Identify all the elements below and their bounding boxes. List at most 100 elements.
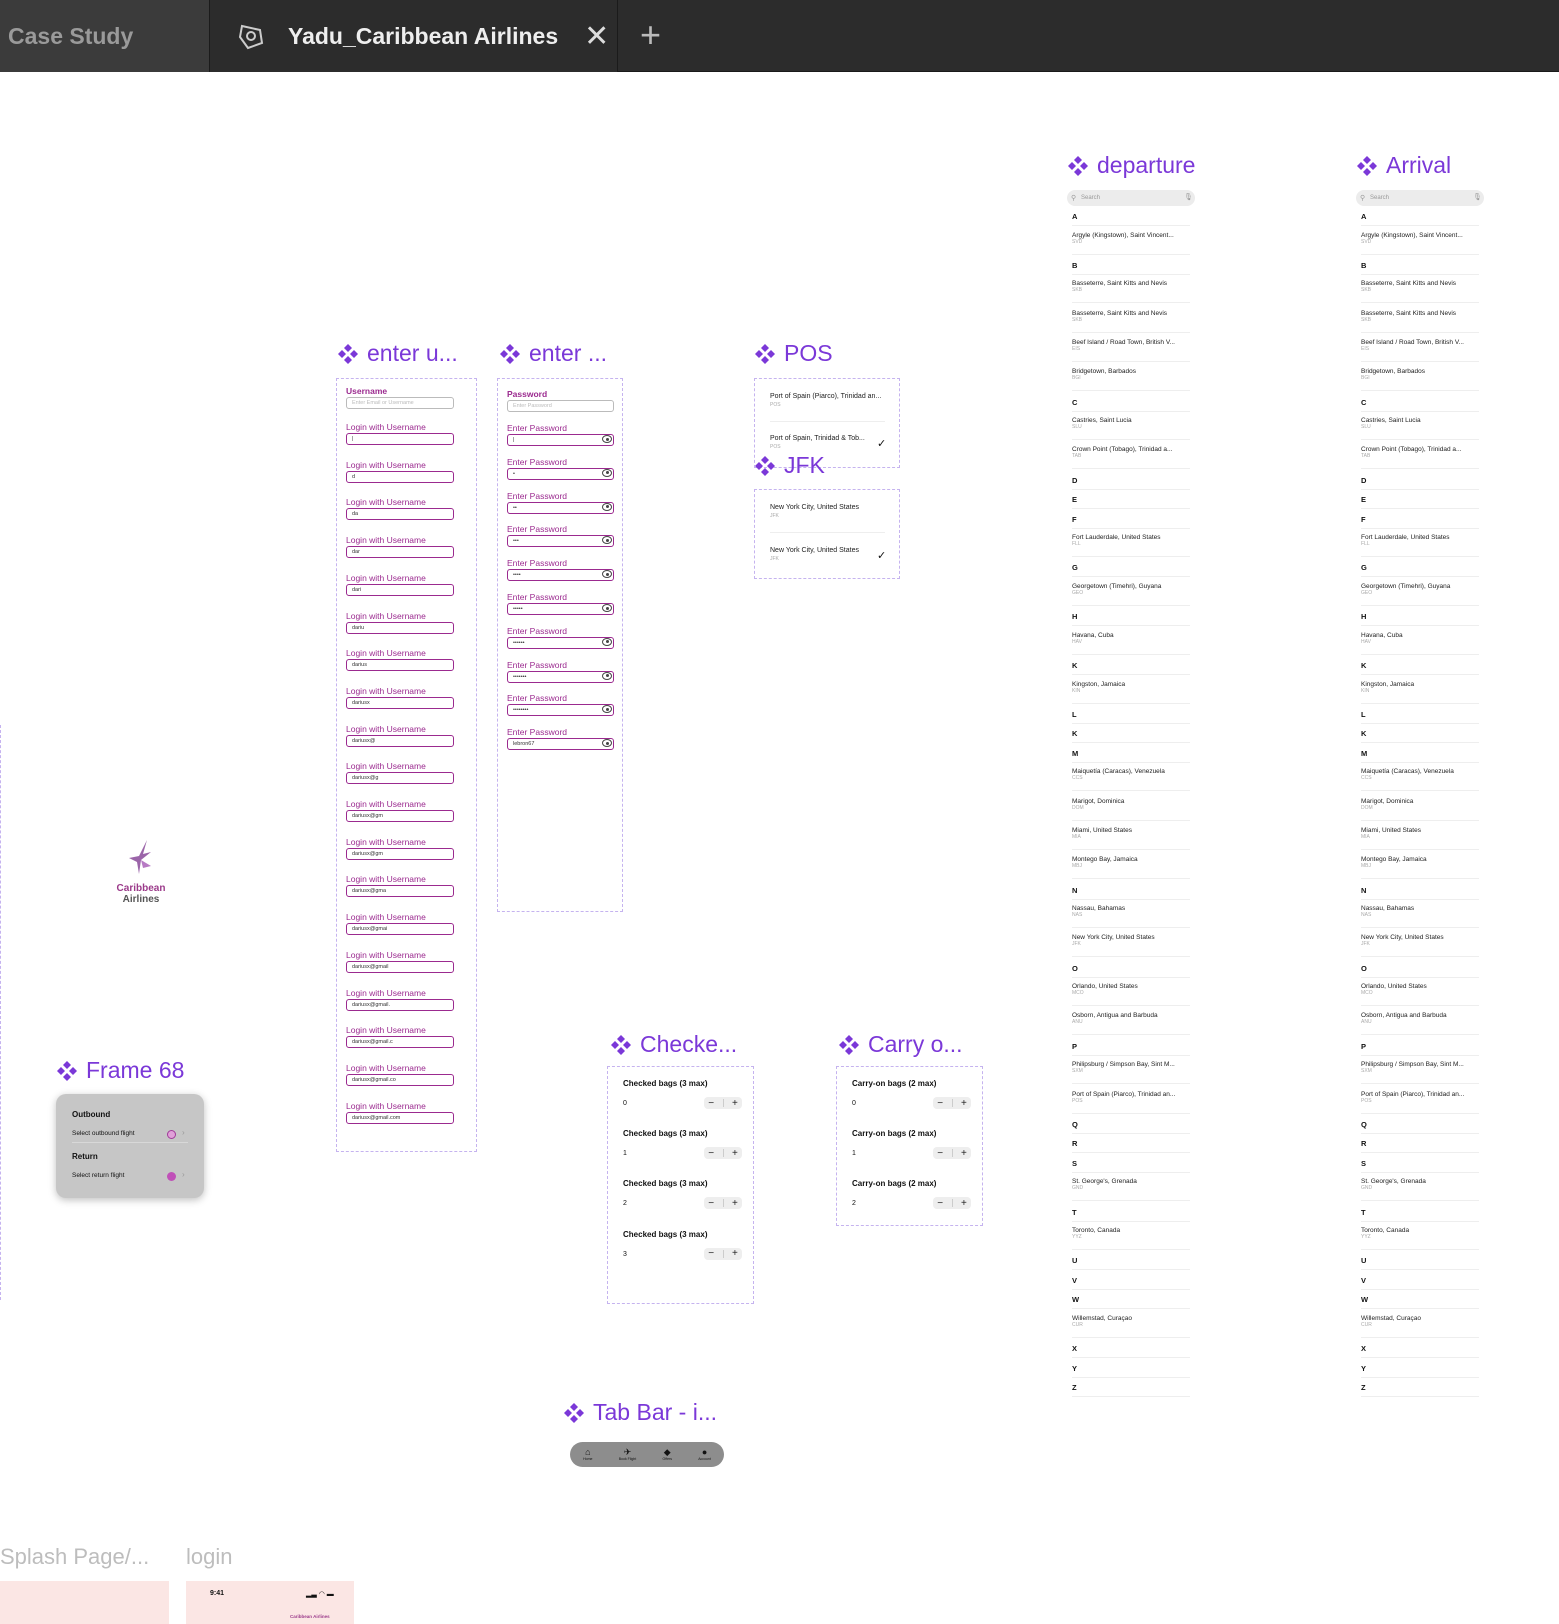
airport-row[interactable]: Orlando, United States MCO [1072, 983, 1197, 996]
minus-button[interactable]: − [708, 1148, 714, 1159]
username-input[interactable]: d [346, 470, 454, 483]
jfk-option-2[interactable]: New York City, United States JFK [770, 547, 859, 562]
tab-offers[interactable]: ◆ Offers [662, 1448, 671, 1462]
quantity-stepper[interactable]: − + [704, 1247, 742, 1260]
airport-row[interactable]: Bridgetown, Barbados BGI [1361, 368, 1486, 381]
airport-row[interactable]: Castries, Saint Lucia SLU [1072, 417, 1197, 430]
component-title-pos[interactable]: POS [754, 340, 833, 367]
airport-row[interactable]: Basseterre, Saint Kitts and Nevis SKB [1072, 280, 1197, 293]
plus-button[interactable]: + [961, 1098, 967, 1109]
arrival-search-input[interactable]: Search [1356, 190, 1484, 206]
component-title-frame-68[interactable]: Frame 68 [56, 1057, 184, 1084]
airport-row[interactable]: Crown Point (Tobago), Trinidad a... TAB [1361, 446, 1486, 459]
calendar-icon[interactable] [167, 1130, 176, 1139]
username-input[interactable]: dariusx@ [346, 734, 454, 747]
username-input[interactable]: dariusx@gm [346, 810, 454, 822]
component-title-jfk[interactable]: JFK [754, 452, 825, 479]
minus-button[interactable]: − [708, 1248, 714, 1259]
eye-icon[interactable] [602, 604, 612, 612]
new-tab-button[interactable]: + [640, 14, 661, 56]
airport-row[interactable]: Philipsburg / Simpson Bay, Sint M... SXM [1361, 1061, 1486, 1074]
eye-icon[interactable] [602, 435, 612, 443]
minus-button[interactable]: − [937, 1098, 943, 1109]
airport-row[interactable]: Port of Spain (Piarco), Trinidad an... PO… [1072, 1091, 1197, 1104]
calendar-icon[interactable] [167, 1172, 176, 1181]
airport-row[interactable]: Montego Bay, Jamaica MBJ [1072, 856, 1197, 869]
username-input[interactable]: dariusx@gmail [346, 960, 454, 973]
tab-active-file[interactable]: Yadu_Caribbean Airlines ✕ [210, 0, 618, 72]
eye-icon[interactable] [602, 468, 612, 477]
airport-row[interactable]: Argyle (Kingstown), Saint Vincent... SVD [1072, 232, 1197, 245]
airport-row[interactable]: New York City, United States JFK [1072, 934, 1197, 947]
airport-row[interactable]: Osborn, Antigua and Barbuda ANU [1361, 1012, 1486, 1025]
frame-title-splash[interactable]: Splash Page/... [0, 1544, 149, 1570]
plus-button[interactable]: + [961, 1148, 967, 1159]
airport-row[interactable]: Havana, Cuba HAV [1361, 632, 1486, 645]
password-input[interactable]: •• [507, 501, 614, 514]
airport-row[interactable]: Basseterre, Saint Kitts and Nevis SKB [1361, 280, 1486, 293]
username-input[interactable]: | [346, 433, 454, 445]
password-input[interactable]: ••• [507, 535, 614, 548]
plus-button[interactable]: + [961, 1198, 967, 1209]
username-input[interactable]: dariusx@g [346, 772, 454, 785]
username-input[interactable]: dariusx@gmai [346, 923, 454, 936]
username-input[interactable]: dariu [346, 621, 454, 634]
jfk-option-1[interactable]: New York City, United States JFK [770, 504, 859, 519]
plus-button[interactable]: + [732, 1198, 738, 1209]
airport-row[interactable]: Basseterre, Saint Kitts and Nevis SKB [1361, 310, 1486, 323]
component-title-tab-bar[interactable]: Tab Bar - i... [563, 1399, 717, 1426]
airport-row[interactable]: Fort Lauderdale, United States FLL [1072, 534, 1197, 547]
password-input[interactable]: lebron67 [507, 738, 614, 751]
airport-row[interactable]: Crown Point (Tobago), Trinidad a... TAB [1072, 446, 1197, 459]
airport-row[interactable]: Port of Spain (Piarco), Trinidad an... PO… [1361, 1091, 1486, 1104]
password-input[interactable]: ••••••• [507, 670, 614, 683]
component-title-carry-on[interactable]: Carry o... [838, 1031, 963, 1058]
enter-username-frame[interactable]: Username Enter Email or Username Login w… [336, 378, 477, 1152]
airport-row[interactable]: Beef Island / Road Town, British V... EIS [1361, 339, 1486, 352]
component-title-departure[interactable]: departure [1067, 152, 1195, 179]
tab-book-flight[interactable]: ✈ Book Flight [619, 1448, 637, 1462]
password-input[interactable]: Enter Password [507, 400, 614, 412]
username-input[interactable]: darius [346, 659, 454, 672]
quantity-stepper[interactable]: − + [704, 1097, 742, 1109]
airport-row[interactable]: Miami, United States MIA [1072, 827, 1197, 840]
username-input[interactable]: da [346, 508, 454, 521]
airport-row[interactable]: Beef Island / Road Town, British V... EIS [1072, 339, 1197, 352]
airport-row[interactable]: Bridgetown, Barbados BGI [1072, 368, 1197, 381]
password-input[interactable]: •••••••• [507, 704, 614, 717]
airport-row[interactable]: Toronto, Canada YYZ [1072, 1227, 1197, 1240]
username-input[interactable]: dariusx [346, 696, 454, 709]
airport-row[interactable]: Orlando, United States MCO [1361, 983, 1486, 996]
username-input[interactable]: dariusx@gmail.co [346, 1073, 454, 1086]
eye-icon[interactable] [602, 671, 612, 680]
airport-row[interactable]: Montego Bay, Jamaica MBJ [1361, 856, 1486, 869]
frame-title-login[interactable]: login [186, 1544, 232, 1570]
airport-row[interactable]: Maiquetía (Caracas), Venezuela CCS [1361, 768, 1486, 781]
username-input[interactable]: dariusx@gmail. [346, 998, 454, 1011]
airport-row[interactable]: Maiquetía (Caracas), Venezuela CCS [1072, 768, 1197, 781]
password-input[interactable]: ••••• [507, 603, 614, 615]
airport-row[interactable]: St. George's, Grenada GND [1072, 1178, 1197, 1191]
plus-button[interactable]: + [732, 1148, 738, 1159]
close-icon[interactable]: ✕ [584, 19, 609, 54]
username-input[interactable]: dariusx@gm [346, 847, 454, 860]
quantity-stepper[interactable]: − + [933, 1097, 971, 1109]
airport-row[interactable]: Willemstad, Curaçao CUR [1361, 1315, 1486, 1328]
airport-row[interactable]: Miami, United States MIA [1361, 827, 1486, 840]
airport-row[interactable]: Marigot, Dominica DOM [1361, 798, 1486, 811]
airport-row[interactable]: Castries, Saint Lucia SLU [1361, 417, 1486, 430]
quantity-stepper[interactable]: − + [704, 1147, 742, 1160]
airport-row[interactable]: Nassau, Bahamas NAS [1072, 905, 1197, 918]
tab-account[interactable]: ● Account [698, 1448, 711, 1462]
airport-row[interactable]: Nassau, Bahamas NAS [1361, 905, 1486, 918]
airport-row[interactable]: St. George's, Grenada GND [1361, 1178, 1486, 1191]
airport-row[interactable]: Osborn, Antigua and Barbuda ANU [1072, 1012, 1197, 1025]
eye-icon[interactable] [602, 637, 612, 646]
password-input[interactable]: •••• [507, 569, 614, 582]
username-input[interactable]: dari [346, 583, 454, 596]
microphone-icon[interactable]: 🎙 [1473, 193, 1482, 201]
username-input[interactable]: dar [346, 546, 454, 559]
airport-row[interactable]: Argyle (Kingstown), Saint Vincent... SVD [1361, 232, 1486, 245]
airport-row[interactable]: Georgetown (Timehri), Guyana GEO [1361, 583, 1486, 596]
username-input[interactable]: dariusx@gma [346, 885, 454, 898]
